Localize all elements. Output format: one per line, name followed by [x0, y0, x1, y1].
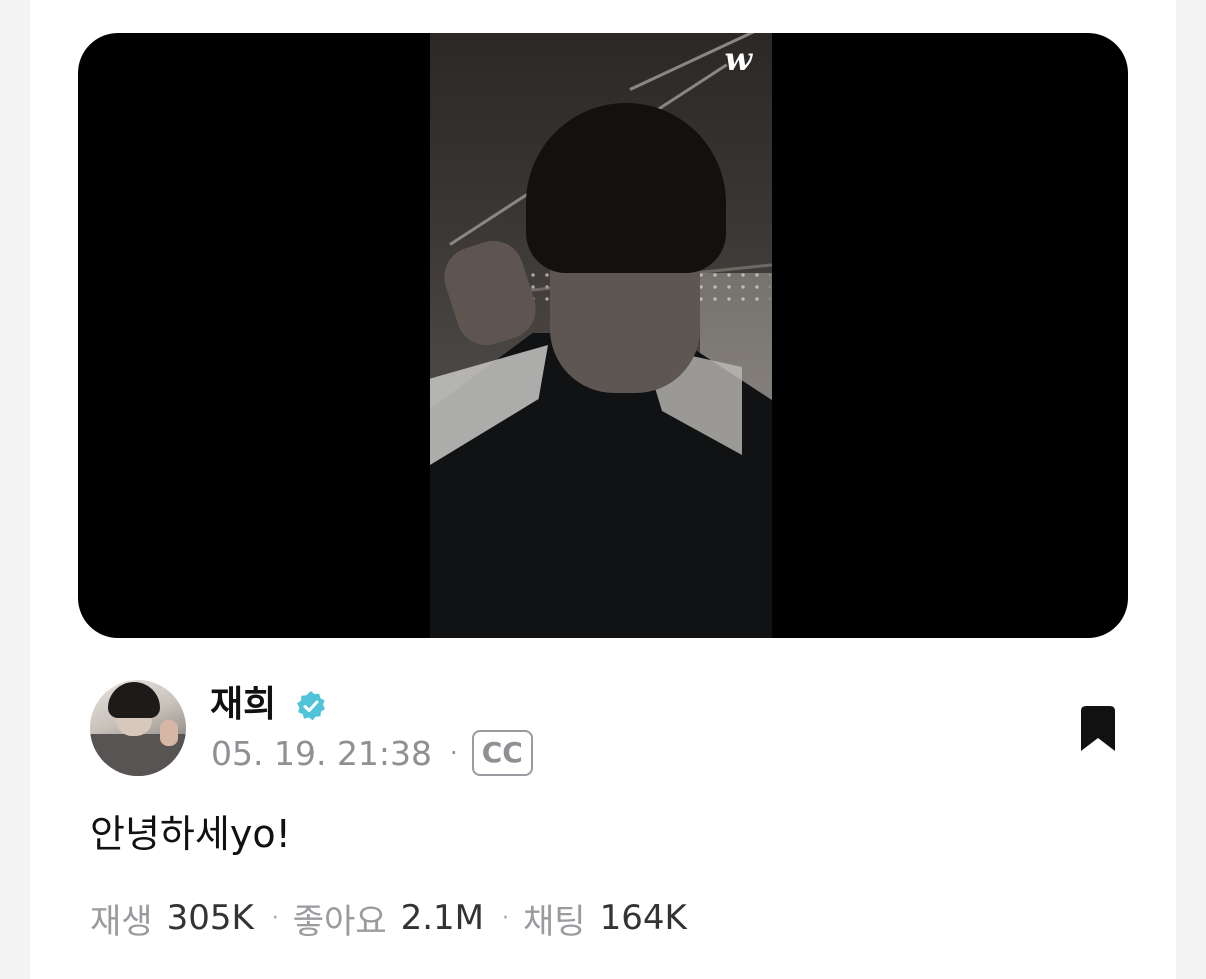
likes-label: 좋아요	[292, 901, 387, 942]
plays-label: 재생	[90, 901, 153, 942]
video-frame: w	[430, 33, 772, 638]
author-name[interactable]: 재희	[210, 682, 276, 728]
stats-separator: ·	[271, 905, 279, 931]
scene-hand	[436, 233, 544, 353]
plays-count: 305K	[166, 898, 254, 938]
post-card: w 재희 05. 19. 21:38 · CC 안녕하세yo! 재생 305K …	[30, 0, 1176, 979]
cc-badge: CC	[471, 730, 533, 776]
video-player[interactable]: w	[78, 33, 1128, 638]
verified-badge-icon	[297, 691, 325, 721]
scene-hair	[526, 103, 726, 273]
post-caption: 안녕하세yo!	[90, 812, 291, 856]
stats-separator: ·	[502, 905, 510, 931]
chats-count: 164K	[599, 898, 687, 938]
weverse-logo: w	[724, 40, 752, 78]
bookmark-icon[interactable]	[1077, 705, 1119, 753]
likes-count: 2.1M	[400, 898, 485, 938]
post-stats: 재생 305K · 좋아요 2.1M · 채팅 164K	[90, 896, 687, 942]
meta-separator: ·	[450, 739, 458, 767]
avatar-thumb	[160, 720, 178, 746]
avatar-hair	[108, 682, 160, 718]
chats-label: 채팅	[523, 901, 586, 942]
avatar[interactable]	[90, 680, 186, 776]
post-meta: 05. 19. 21:38 · CC	[211, 730, 533, 776]
post-date: 05. 19. 21:38	[211, 733, 433, 773]
